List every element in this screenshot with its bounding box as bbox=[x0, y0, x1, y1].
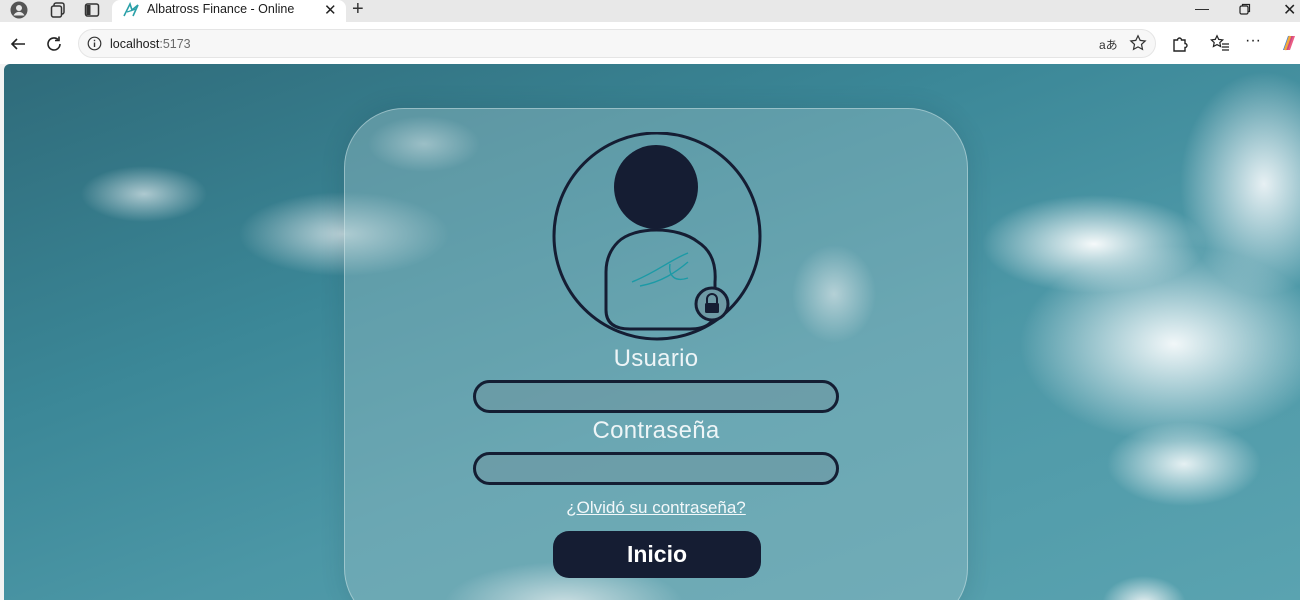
login-card: Usuario Contraseña ¿Olvidó su contraseña… bbox=[344, 108, 968, 600]
favorites-list-icon[interactable] bbox=[1209, 34, 1230, 57]
address-bar[interactable]: localhost:5173 aあ bbox=[78, 29, 1156, 58]
url-host: localhost bbox=[110, 37, 160, 51]
password-input[interactable] bbox=[473, 452, 839, 485]
restore-icon[interactable] bbox=[1239, 2, 1251, 18]
info-icon[interactable] bbox=[87, 36, 102, 56]
tab-strip: Albatross Finance - Online ✕ + — ✕ bbox=[0, 0, 1300, 22]
tab-actions-icon[interactable] bbox=[81, 0, 103, 20]
plus-icon[interactable]: + bbox=[352, 0, 364, 21]
translate-icon[interactable]: aあ bbox=[1099, 36, 1118, 53]
copilot-icon[interactable] bbox=[1279, 33, 1299, 58]
login-button[interactable]: Inicio bbox=[553, 531, 761, 578]
minimize-icon[interactable]: — bbox=[1195, 0, 1209, 16]
star-icon[interactable] bbox=[1129, 34, 1147, 57]
close-window-icon[interactable]: ✕ bbox=[1283, 0, 1296, 20]
user-lock-avatar-icon bbox=[552, 131, 762, 347]
browser-tab[interactable]: Albatross Finance - Online ✕ bbox=[112, 0, 346, 22]
username-input[interactable] bbox=[473, 380, 839, 413]
back-arrow-icon[interactable] bbox=[7, 33, 29, 55]
forgot-password-link[interactable]: ¿Olvidó su contraseña? bbox=[345, 498, 967, 518]
profile-icon[interactable] bbox=[8, 0, 30, 20]
workspaces-icon[interactable] bbox=[47, 0, 69, 20]
extensions-icon[interactable] bbox=[1171, 34, 1189, 57]
albatross-favicon-icon bbox=[122, 1, 140, 24]
tab-title: Albatross Finance - Online bbox=[147, 2, 295, 16]
close-icon[interactable]: ✕ bbox=[324, 1, 337, 19]
browser-toolbar: localhost:5173 aあ ··· bbox=[0, 22, 1300, 64]
username-label: Usuario bbox=[613, 345, 699, 372]
refresh-icon[interactable] bbox=[43, 33, 65, 55]
url-port: :5173 bbox=[159, 37, 191, 51]
page-viewport: Usuario Contraseña ¿Olvidó su contraseña… bbox=[4, 64, 1300, 600]
url-text: localhost:5173 bbox=[110, 37, 191, 51]
more-icon[interactable]: ··· bbox=[1245, 32, 1261, 50]
password-label: Contraseña bbox=[592, 417, 720, 444]
